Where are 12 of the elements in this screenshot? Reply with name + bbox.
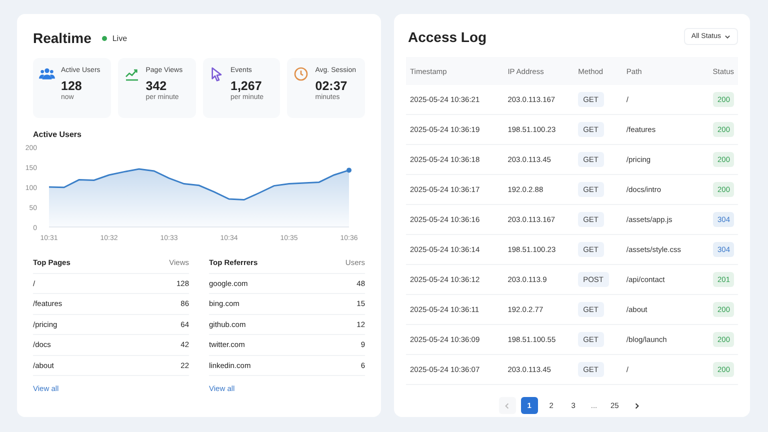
caret-icon — [724, 33, 731, 40]
stat-value: 1,267 — [230, 79, 263, 93]
live-label: Live — [112, 34, 128, 42]
stat-value: 02:37 — [315, 79, 348, 93]
panel-title: Access Log — [408, 28, 487, 44]
chevron-left-icon — [503, 402, 512, 410]
chart-point — [346, 168, 352, 173]
stat-value: 342 — [146, 79, 168, 93]
chevron-right-icon — [632, 402, 641, 410]
panel-title: Realtime — [33, 30, 92, 46]
stat-value: 128 — [61, 79, 83, 93]
chart-title: Active Users — [33, 130, 82, 139]
